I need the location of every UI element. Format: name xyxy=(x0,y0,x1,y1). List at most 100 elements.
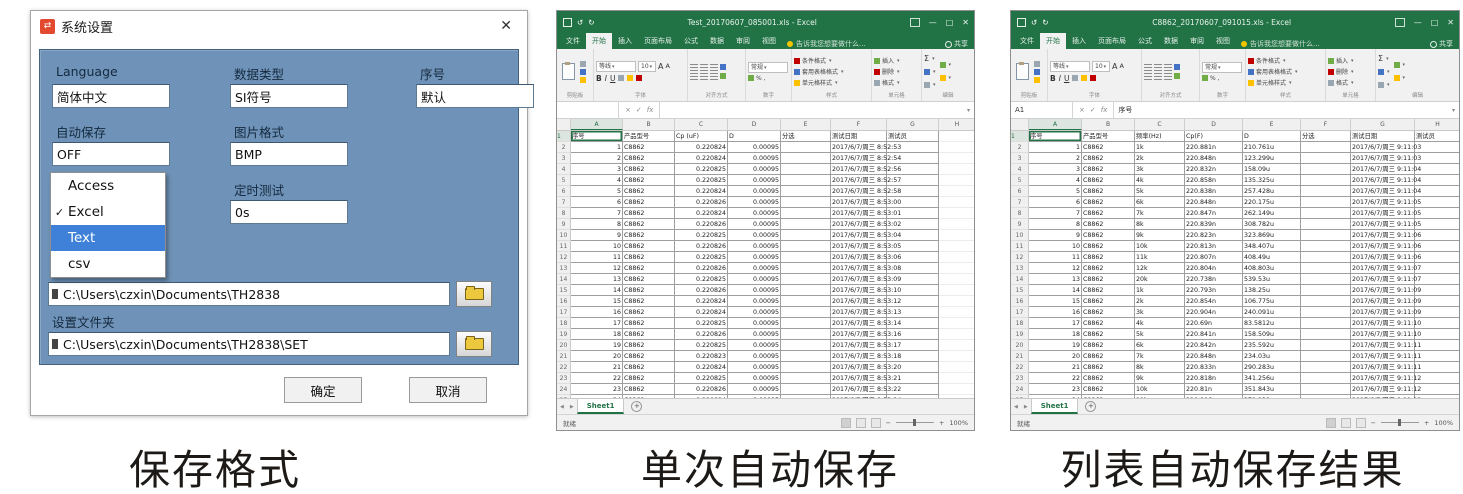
cell[interactable]: 2 xyxy=(571,153,623,164)
row-header[interactable]: 24 xyxy=(1011,384,1029,395)
cell[interactable] xyxy=(1415,197,1459,208)
cell[interactable]: 17 xyxy=(571,318,623,329)
cell[interactable]: 408.803u xyxy=(1243,263,1301,274)
fill-color-icon[interactable] xyxy=(1081,75,1087,81)
cell[interactable]: 220.842n xyxy=(1185,340,1243,351)
cell[interactable]: 0.00095 xyxy=(728,219,781,230)
cell[interactable] xyxy=(781,241,831,252)
cell[interactable]: 0.00095 xyxy=(728,274,781,285)
cell[interactable] xyxy=(1415,307,1459,318)
cell[interactable] xyxy=(1301,340,1351,351)
cell[interactable]: 14 xyxy=(571,285,623,296)
cell[interactable]: 2017/6/7/周三 8:53:13 xyxy=(831,307,887,318)
cell[interactable]: 16 xyxy=(1029,307,1082,318)
cell[interactable]: 0.220825 xyxy=(675,252,728,263)
cell[interactable]: 1 xyxy=(1029,142,1082,153)
cell[interactable]: 135.325u xyxy=(1243,175,1301,186)
cell[interactable] xyxy=(1415,362,1459,373)
table-row[interactable]: 1序号产品型号Cp (uF)D分选测试日期测试员 xyxy=(557,131,974,142)
cell[interactable]: 2k xyxy=(1135,296,1185,307)
cell[interactable]: 220.854n xyxy=(1185,296,1243,307)
row-header[interactable]: 4 xyxy=(557,164,571,175)
cell[interactable]: 0.00095 xyxy=(728,263,781,274)
table-row[interactable]: 76C88626k220.848n220.175u2017/6/7/周三 9:1… xyxy=(1011,197,1459,208)
cell[interactable] xyxy=(887,384,939,395)
table-row[interactable]: 43C88620.2208250.000952017/6/7/周三 8:52:5… xyxy=(557,164,974,175)
row-header[interactable]: 17 xyxy=(557,307,571,318)
cell[interactable] xyxy=(1415,274,1459,285)
table-row[interactable]: 1110C886210k220.813n348.407u2017/6/7/周三 … xyxy=(1011,241,1459,252)
cell[interactable] xyxy=(1301,384,1351,395)
cell[interactable]: 0.220826 xyxy=(675,329,728,340)
cell[interactable] xyxy=(887,340,939,351)
cell[interactable] xyxy=(939,329,974,340)
table-row[interactable]: 2221C88620.2208240.000952017/6/7/周三 8:53… xyxy=(557,362,974,373)
cell[interactable] xyxy=(1415,318,1459,329)
fill-icon[interactable] xyxy=(924,69,930,75)
cell[interactable]: 0.00095 xyxy=(728,307,781,318)
table-row[interactable]: 1918C88625k220.841n158.509u2017/6/7/周三 9… xyxy=(1011,329,1459,340)
table-row[interactable]: 1615C88622k220.854n106.775u2017/6/7/周三 9… xyxy=(1011,296,1459,307)
underline-button[interactable]: U xyxy=(1064,74,1070,83)
row-header[interactable]: 3 xyxy=(1011,153,1029,164)
tab-formulas[interactable]: 公式 xyxy=(678,33,704,49)
zoom-slider[interactable] xyxy=(1381,422,1419,423)
cell[interactable] xyxy=(781,351,831,362)
timedtest-field[interactable] xyxy=(230,200,348,224)
cell[interactable] xyxy=(887,219,939,230)
cell[interactable]: 10k xyxy=(1135,241,1185,252)
cell[interactable]: 0.00095 xyxy=(728,164,781,175)
delete-cells-button[interactable]: 删除 xyxy=(1328,66,1354,77)
cell[interactable]: C8862 xyxy=(623,164,675,175)
align-top-icon[interactable] xyxy=(1144,64,1152,71)
cell[interactable] xyxy=(887,285,939,296)
tab-page-layout[interactable]: 页面布局 xyxy=(1092,33,1132,49)
cell[interactable] xyxy=(781,186,831,197)
find-select-icon[interactable] xyxy=(1394,75,1400,81)
cell[interactable]: 0.00095 xyxy=(728,186,781,197)
cell[interactable]: C8862 xyxy=(1082,373,1135,384)
column-header[interactable]: G xyxy=(887,119,939,130)
tab-file[interactable]: 文件 xyxy=(1014,33,1040,49)
tab-data[interactable]: 数据 xyxy=(704,33,730,49)
cell[interactable] xyxy=(781,384,831,395)
ok-button[interactable]: 确定 xyxy=(284,377,362,403)
column-header[interactable]: A xyxy=(1029,119,1082,130)
table-row[interactable]: 1312C886212k220.804n408.803u2017/6/7/周三 … xyxy=(1011,263,1459,274)
cell[interactable]: C8862 xyxy=(623,307,675,318)
cell[interactable]: C8862 xyxy=(623,362,675,373)
cell[interactable]: 220.848n xyxy=(1185,153,1243,164)
cell[interactable] xyxy=(781,307,831,318)
cell[interactable]: 0.220826 xyxy=(675,263,728,274)
cell[interactable]: 0.00095 xyxy=(728,197,781,208)
column-header[interactable]: H xyxy=(1415,119,1459,130)
cell[interactable] xyxy=(887,186,939,197)
cell[interactable]: 3 xyxy=(571,164,623,175)
cell[interactable]: 220.904n xyxy=(1185,307,1243,318)
cell[interactable] xyxy=(1415,329,1459,340)
cell[interactable]: 2017/6/7/周三 9:11:07 xyxy=(1351,274,1415,285)
cell[interactable] xyxy=(1301,153,1351,164)
cell[interactable]: 16 xyxy=(571,307,623,318)
cell[interactable]: 0.220826 xyxy=(675,241,728,252)
cell[interactable]: 20k xyxy=(1135,274,1185,285)
cell[interactable]: 4k xyxy=(1135,175,1185,186)
page-break-view-icon[interactable] xyxy=(871,418,881,428)
column-header[interactable] xyxy=(557,119,571,130)
cell[interactable]: 123.299u xyxy=(1243,153,1301,164)
clear-icon[interactable] xyxy=(1378,82,1384,88)
column-header[interactable]: B xyxy=(623,119,675,130)
cell[interactable] xyxy=(1301,285,1351,296)
cell[interactable]: 6 xyxy=(1029,197,1082,208)
cell[interactable] xyxy=(781,285,831,296)
cell[interactable]: C8862 xyxy=(623,329,675,340)
row-header[interactable]: 7 xyxy=(557,197,571,208)
cell[interactable]: 0.220825 xyxy=(675,274,728,285)
sheet-nav-right-icon[interactable]: ▶ xyxy=(567,404,577,410)
row-header[interactable]: 22 xyxy=(557,362,571,373)
cell[interactable]: 11 xyxy=(1029,252,1082,263)
cell[interactable]: C8862 xyxy=(1082,274,1135,285)
cell[interactable]: 0.220824 xyxy=(675,307,728,318)
cell[interactable] xyxy=(1301,362,1351,373)
cell[interactable] xyxy=(1301,263,1351,274)
